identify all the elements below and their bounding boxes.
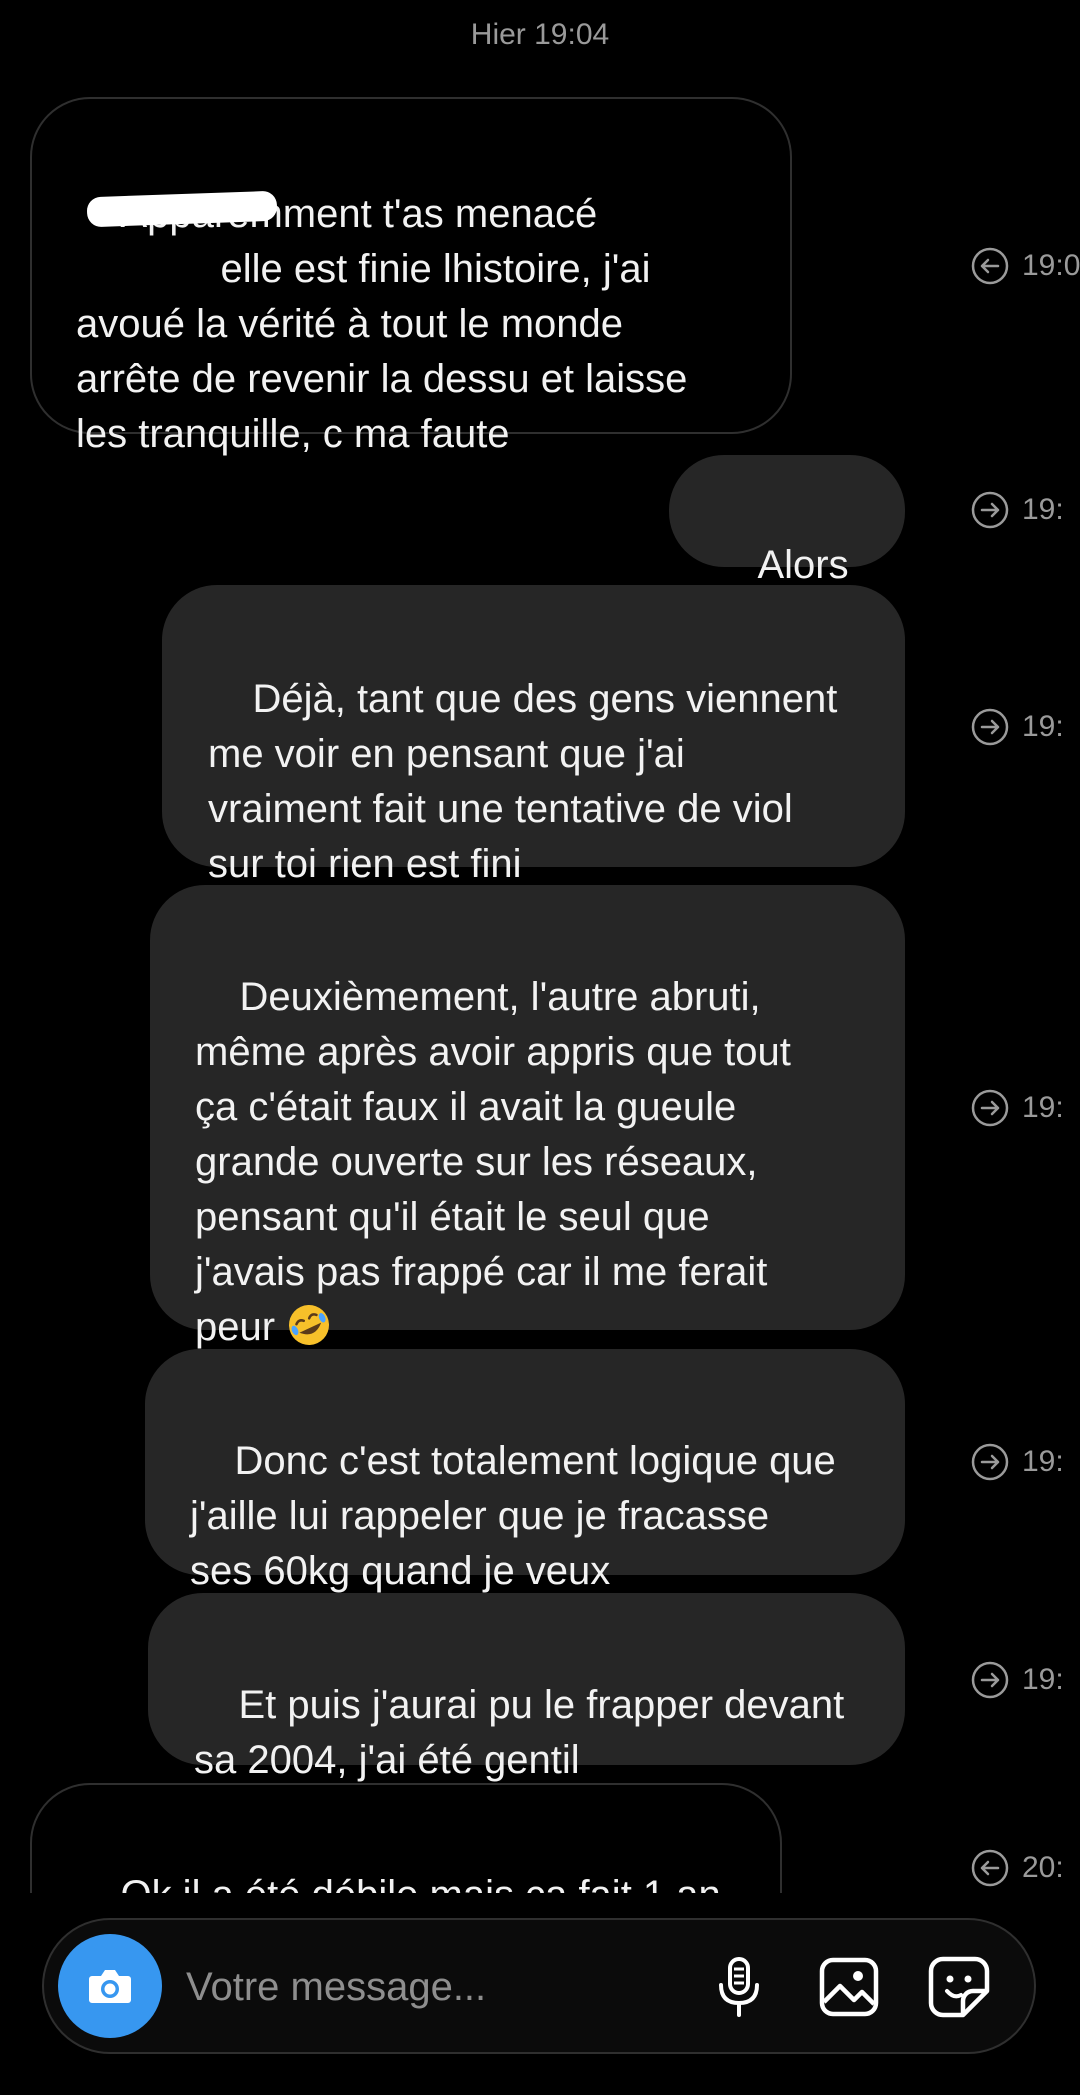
message-time: 19: [1022, 1663, 1064, 1696]
arrow-right-circle-icon [971, 1661, 1009, 1699]
date-header: Hier 19:04 [470, 18, 610, 51]
camera-button[interactable] [58, 1934, 162, 2038]
message-meta: 19: [970, 1442, 1064, 1482]
microphone-button[interactable] [704, 1952, 774, 2022]
message-time: 19:0 [1022, 249, 1080, 282]
message-bubble-sent[interactable]: Deuxièmement, l'autre abruti, même après… [150, 885, 905, 1349]
message-text: Déjà, tant que des gens viennent me voir… [208, 677, 838, 886]
message-text: Et puis j'aurai pu le frapper devant sa … [194, 1683, 845, 1782]
message-time: 19: [1022, 1445, 1064, 1478]
message-text: Deuxièmement, l'autre abruti, même après… [195, 975, 791, 1349]
message-bubble-sent[interactable]: Alors là [669, 455, 905, 642]
message-time: 19: [1022, 1091, 1064, 1124]
gallery-button[interactable] [814, 1952, 884, 2022]
message-meta: 19:0 [970, 246, 1080, 286]
message-time: 19: [1022, 493, 1064, 526]
message-meta: 19: [970, 490, 1064, 530]
message-bubble-sent[interactable]: Donc c'est totalement logique que j'aill… [145, 1349, 905, 1593]
microphone-icon [719, 1957, 759, 2017]
message-bubble-received[interactable]: Apparemment t'as menacé elle est finie l… [30, 97, 792, 456]
arrow-right-circle-icon [971, 491, 1009, 529]
message-time: 19: [1022, 710, 1064, 743]
message-composer [42, 1918, 1036, 2054]
camera-icon [89, 1970, 131, 2003]
arrow-left-circle-icon [971, 247, 1009, 285]
message-time: 20: [1022, 1851, 1064, 1884]
chat-thread[interactable]: Hier 19:04 Apparemment t'as menacé elle … [0, 0, 1080, 1893]
arrow-right-circle-icon [971, 1443, 1009, 1481]
message-bubble-sent[interactable]: Et puis j'aurai pu le frapper devant sa … [148, 1593, 905, 1782]
rolling-on-floor-laughing-emoji [289, 1305, 330, 1345]
message-meta: 19: [970, 1660, 1064, 1700]
arrow-right-circle-icon [971, 708, 1009, 746]
message-text: Apparemment t'as menacé elle est finie l… [76, 192, 688, 456]
message-text: Donc c'est totalement logique que j'aill… [190, 1439, 836, 1593]
message-text: Ok il a été débile mais ça fait 1 an et … [76, 1873, 720, 1893]
arrow-left-circle-icon [971, 1849, 1009, 1887]
sticker-button[interactable] [924, 1952, 994, 2022]
message-meta: 19: [970, 1088, 1064, 1128]
message-bubble-sent[interactable]: Déjà, tant que des gens viennent me voir… [162, 585, 905, 886]
sticker-icon [928, 1956, 990, 2018]
image-icon [819, 1957, 879, 2017]
message-meta: 20: [970, 1848, 1064, 1888]
arrow-right-circle-icon [971, 1089, 1009, 1127]
message-meta: 19: [970, 707, 1064, 747]
message-input[interactable] [184, 1950, 688, 2024]
message-bubble-received[interactable]: Ok il a été débile mais ça fait 1 an et … [30, 1783, 782, 1893]
